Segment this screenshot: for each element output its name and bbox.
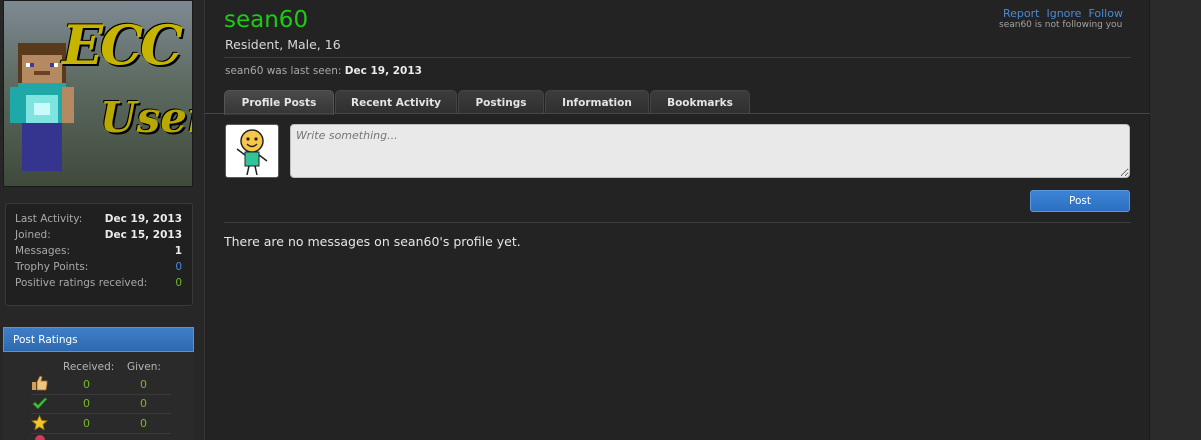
rating-given: 0 [140,417,147,430]
row-divider [31,433,171,434]
rating-received: 0 [83,397,90,410]
banner-title: ECC [62,13,183,77]
page-title: sean60 [224,7,309,33]
row-divider [31,413,171,414]
stat-label: Messages: [15,245,71,257]
thumbs-up-icon[interactable] [31,375,49,391]
stat-label: Last Activity: [15,213,83,225]
received-column-header: Received: [63,361,115,373]
tab-bar-border [205,113,1150,114]
stat-label: Positive ratings received: [15,277,148,289]
report-link[interactable]: Report [1003,7,1039,20]
stat-label: Trophy Points: [15,261,89,273]
profile-post-input[interactable] [290,124,1130,178]
rating-given: 0 [140,378,147,391]
divider [224,222,1131,223]
following-status: sean60 is not following you [999,20,1123,30]
given-column-header: Given: [127,361,161,373]
page-gutter [1150,0,1201,440]
check-icon[interactable] [32,397,48,411]
tab-recent-activity[interactable]: Recent Activity [335,90,457,114]
stat-value: Dec 15, 2013 [104,229,182,241]
last-seen-label: sean60 was last seen: [225,65,342,77]
last-seen: sean60 was last seen: Dec 19, 2013 [225,65,422,77]
stat-value-link[interactable]: 0 [175,261,182,273]
divider [224,57,1131,58]
rating-received: 0 [83,417,90,430]
rating-received: 0 [83,378,90,391]
follow-link[interactable]: Follow [1088,7,1123,20]
stat-label: Joined: [15,229,51,241]
empty-state-message: There are no messages on sean60's profil… [224,234,521,249]
current-user-avatar[interactable] [225,124,279,178]
rating-given: 0 [140,397,147,410]
cartoon-face-icon [236,129,268,176]
tab-information[interactable]: Information [545,90,649,114]
stat-value: 1 [174,245,182,257]
tab-profile-posts[interactable]: Profile Posts [224,90,334,115]
profile-avatar[interactable]: ECC User [3,0,193,187]
stat-last-activity: Last Activity: Dec 19, 2013 [15,213,183,229]
user-title: Resident, Male, 16 [225,37,341,52]
row-divider [31,394,171,395]
stat-joined: Joined: Dec 15, 2013 [15,229,183,245]
banner-subtitle: User [100,93,192,142]
member-stats: Last Activity: Dec 19, 2013 Joined: Dec … [5,203,193,306]
stat-messages: Messages: 1 [15,245,183,261]
stat-value: 0 [175,277,182,289]
post-ratings-header: Post Ratings [3,327,194,352]
stat-value: Dec 19, 2013 [104,213,182,225]
profile-actions: Report Ignore Follow [1003,7,1130,20]
stat-trophy-points: Trophy Points: 0 [15,261,183,277]
tab-postings[interactable]: Postings [458,90,544,114]
stat-positive-ratings: Positive ratings received: 0 [15,277,183,293]
heart-icon[interactable] [35,435,45,440]
tab-bookmarks[interactable]: Bookmarks [650,90,750,114]
post-ratings-panel: Post Ratings Received: Given: 0 0 0 0 0 … [3,327,194,440]
ignore-link[interactable]: Ignore [1046,7,1081,20]
star-icon[interactable] [31,415,48,431]
post-button[interactable]: Post [1030,190,1130,212]
last-seen-date: Dec 19, 2013 [344,65,422,77]
